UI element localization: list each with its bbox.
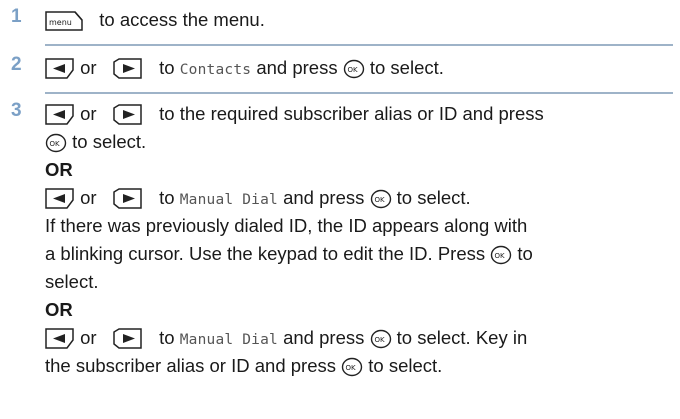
- svg-text:OK: OK: [374, 336, 385, 344]
- ok-key-icon: OK: [45, 133, 67, 153]
- or-text: or: [80, 103, 97, 124]
- right-arrow-key-icon: [113, 58, 143, 80]
- divider: [45, 92, 673, 94]
- left-arrow-key-icon: [45, 104, 75, 126]
- ok-key-icon: OK: [490, 245, 512, 265]
- left-arrow-key-icon: [45, 188, 75, 210]
- ok-key-icon: OK: [370, 189, 392, 209]
- select-text: to select.: [396, 187, 471, 208]
- svg-text:OK: OK: [374, 196, 385, 204]
- menu-item-manual-dial: Manual Dial: [179, 192, 278, 208]
- or-label: OR: [45, 159, 73, 180]
- ok-key-icon: OK: [370, 329, 392, 349]
- svg-text:OK: OK: [495, 252, 506, 260]
- or-text: or: [80, 327, 97, 348]
- select-text: to select.: [368, 355, 443, 376]
- info-text: If there was previously dialed ID, the I…: [45, 215, 528, 236]
- or-label: OR: [45, 299, 73, 320]
- ok-key-icon: OK: [341, 357, 363, 377]
- divider: [45, 44, 673, 46]
- menu-key-label: menu: [49, 18, 72, 27]
- svg-text:OK: OK: [346, 364, 357, 372]
- info-text: select.: [45, 271, 99, 292]
- ok-key-icon: OK: [343, 59, 365, 79]
- step-number: 1: [11, 6, 22, 27]
- menu-key-icon: menu: [45, 10, 83, 32]
- select-text: to select.: [369, 57, 444, 78]
- or-text: or: [80, 57, 97, 78]
- select-text: to select. Key in: [396, 327, 528, 348]
- left-arrow-key-icon: [45, 328, 75, 350]
- info-text: the subscriber alias or ID and press: [45, 355, 336, 376]
- to-text: to: [517, 243, 533, 264]
- to-text: to: [159, 327, 175, 348]
- left-arrow-key-icon: [45, 58, 75, 80]
- to-text: to: [159, 187, 175, 208]
- step-text: to the required subscriber alias or ID a…: [159, 103, 544, 124]
- menu-item-contacts: Contacts: [179, 62, 252, 78]
- step-number: 2: [11, 54, 22, 75]
- press-text: and press: [283, 187, 365, 208]
- select-text: to select.: [72, 131, 147, 152]
- step-number: 3: [11, 100, 22, 121]
- right-arrow-key-icon: [113, 188, 143, 210]
- info-text: a blinking cursor. Use the keypad to edi…: [45, 243, 486, 264]
- press-text: and press: [283, 327, 365, 348]
- menu-item-manual-dial: Manual Dial: [179, 332, 278, 348]
- svg-text:OK: OK: [347, 66, 358, 74]
- svg-text:OK: OK: [50, 140, 61, 148]
- right-arrow-key-icon: [113, 328, 143, 350]
- or-text: or: [80, 187, 97, 208]
- right-arrow-key-icon: [113, 104, 143, 126]
- press-text: and press: [256, 57, 338, 78]
- to-text: to: [159, 57, 175, 78]
- step-text: to access the menu.: [99, 9, 265, 30]
